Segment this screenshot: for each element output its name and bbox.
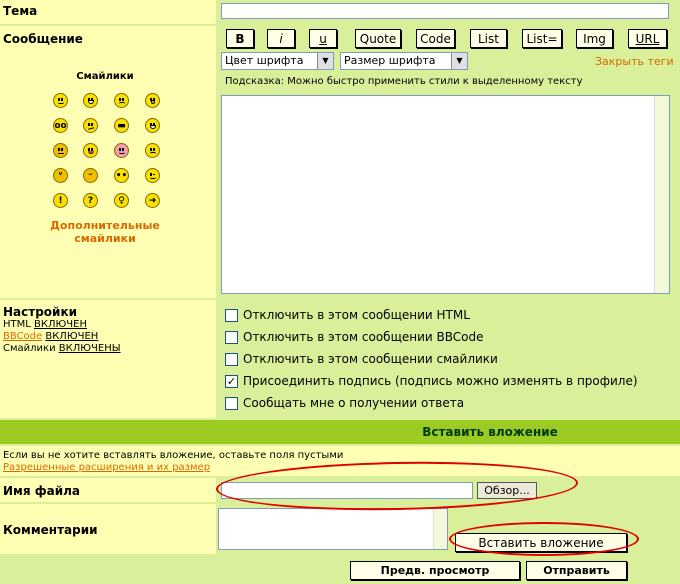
smiley-wink-icon[interactable] <box>145 168 160 183</box>
allowed-extensions-link[interactable]: Разрешенные расширения и их размер <box>3 462 210 473</box>
code-button[interactable]: Code <box>416 29 455 48</box>
smiley-smile-icon[interactable] <box>53 93 68 108</box>
bbcode-status-value[interactable]: ВКЛЮЧЕН <box>45 331 98 342</box>
smiley-redface-icon[interactable] <box>114 143 129 158</box>
quote-button[interactable]: Quote <box>355 29 401 48</box>
attach-signature-checkbox[interactable]: ✓ <box>225 375 238 388</box>
submit-button[interactable]: Отправить <box>526 561 627 580</box>
smilies-status: Смайлики ВКЛЮЧЕНЫ <box>3 343 121 354</box>
smiley-eek-icon[interactable]: oo <box>53 118 68 133</box>
chevron-down-icon: ▼ <box>451 53 467 69</box>
disable-html-checkbox[interactable] <box>225 309 238 322</box>
disable-bbcode-label: Отключить в этом сообщении BBCode <box>243 330 484 344</box>
message-textarea[interactable] <box>221 95 670 294</box>
chevron-down-icon: ▼ <box>317 53 333 69</box>
smiley-sad-icon[interactable] <box>114 93 129 108</box>
underline-button[interactable]: u <box>309 29 337 48</box>
attach-signature-label: Присоединить подпись (подпись можно изме… <box>243 374 638 388</box>
html-status-value[interactable]: ВКЛЮЧЕН <box>34 319 87 330</box>
smiley-razz-icon[interactable] <box>83 143 98 158</box>
smiley-cry-icon[interactable] <box>145 143 160 158</box>
question-icon[interactable]: ? <box>83 193 98 208</box>
smiley-mad-icon[interactable] <box>53 143 68 158</box>
smiley-cool-icon[interactable]: ▬ <box>114 118 129 133</box>
smiley-twisted-icon[interactable]: ᵕ <box>83 168 98 183</box>
disable-bbcode-checkbox[interactable] <box>225 331 238 344</box>
bbcode-status: BBCode ВКЛЮЧЕН <box>3 331 98 342</box>
img-button[interactable]: Img <box>576 29 613 48</box>
smiley-evil-icon[interactable]: ᵛ <box>53 168 68 183</box>
message-scrollbar[interactable] <box>654 96 669 293</box>
font-size-value: Размер шрифта <box>344 54 436 67</box>
toolbar-hint: Подсказка: Можно быстро применить стили … <box>225 76 583 87</box>
filename-label: Имя файла <box>3 484 81 498</box>
notify-reply-label: Сообщать мне о получении ответа <box>243 396 465 410</box>
attachment-header: Вставить вложение <box>422 425 558 439</box>
disable-smilies-label: Отключить в этом сообщении смайлики <box>243 352 498 366</box>
url-button[interactable]: URL <box>628 29 667 48</box>
font-color-select[interactable]: Цвет шрифта ▼ <box>221 52 334 70</box>
more-smilies-link[interactable]: Дополнительные смайлики <box>40 219 170 245</box>
list-ordered-button[interactable]: List= <box>522 29 562 48</box>
message-label-cell <box>0 26 216 298</box>
message-label: Сообщение <box>3 32 83 46</box>
comment-textarea[interactable] <box>218 508 448 550</box>
attachment-note: Если вы не хотите вставлять вложение, ос… <box>3 450 344 461</box>
smiley-surprised-icon[interactable] <box>145 93 160 108</box>
smiley-rolleyes-icon[interactable]: •• <box>114 168 129 183</box>
subject-label: Тема <box>3 4 38 18</box>
bbcode-link[interactable]: BBCode <box>3 331 42 342</box>
annotation-oval-insert <box>449 522 639 556</box>
smiley-biggrin-icon[interactable] <box>83 93 98 108</box>
arrow-icon[interactable]: ➜ <box>145 193 160 208</box>
preview-button[interactable]: Предв. просмотр <box>350 561 520 580</box>
disable-html-label: Отключить в этом сообщении HTML <box>243 308 470 322</box>
smiley-lol-icon[interactable] <box>145 118 160 133</box>
smilies-title: Смайлики <box>76 71 134 82</box>
smilies-status-label: Смайлики <box>3 343 56 354</box>
notify-reply-checkbox[interactable] <box>225 397 238 410</box>
smiley-confused-icon[interactable] <box>83 118 98 133</box>
checkmark-icon: ✓ <box>226 375 237 388</box>
bold-button[interactable]: B <box>226 29 254 48</box>
html-status-label: HTML <box>3 319 31 330</box>
exclaim-icon[interactable]: ! <box>53 193 68 208</box>
font-color-value: Цвет шрифта <box>225 54 304 67</box>
html-status: HTML ВКЛЮЧЕН <box>3 319 87 330</box>
list-button[interactable]: List <box>470 29 507 48</box>
subject-input[interactable] <box>221 3 669 19</box>
disable-smilies-checkbox[interactable] <box>225 353 238 366</box>
close-tags-link[interactable]: Закрыть теги <box>595 55 674 68</box>
comment-label: Комментарии <box>3 523 98 537</box>
settings-label: Настройки <box>3 305 78 319</box>
font-size-select[interactable]: Размер шрифта ▼ <box>340 52 468 70</box>
italic-button[interactable]: i <box>267 29 295 48</box>
comment-scrollbar[interactable] <box>433 509 447 549</box>
smilies-status-value[interactable]: ВКЛЮЧЕНЫ <box>59 343 121 354</box>
idea-icon[interactable]: ♀ <box>114 193 129 208</box>
